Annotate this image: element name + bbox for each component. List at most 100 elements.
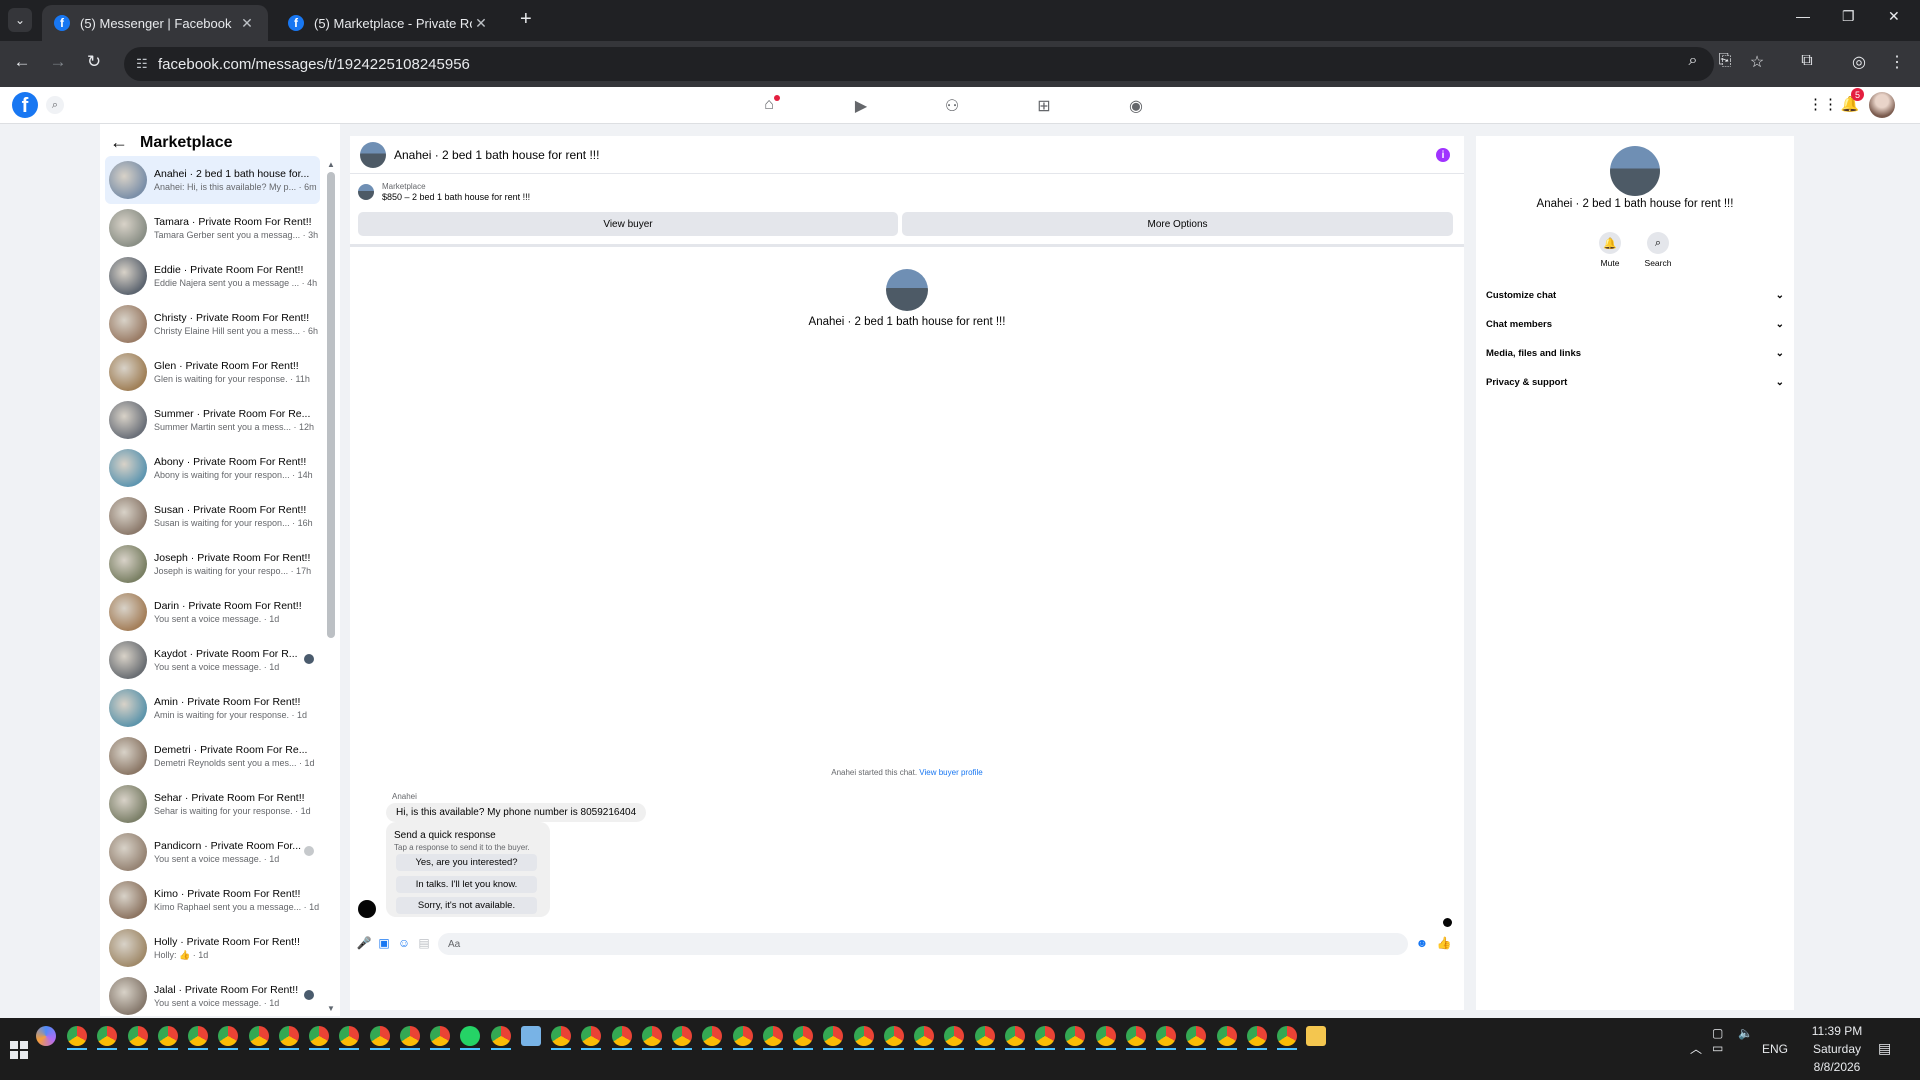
thread-list-item[interactable]: Joseph · Private Room For Rent!! Joseph i…: [105, 540, 320, 588]
restore-button[interactable]: ❐: [1842, 8, 1855, 25]
thread-list-item[interactable]: Holly · Private Room For Rent!! Holly: 👍 …: [105, 924, 320, 972]
thread-list-item[interactable]: Anahei · 2 bed 1 bath house for... Anahei…: [105, 156, 320, 204]
network-icon[interactable]: ▭: [1712, 1041, 1723, 1055]
thread-list-item[interactable]: Sehar · Private Room For Rent!! Sehar is …: [105, 780, 320, 828]
meet-now-icon[interactable]: ▢: [1712, 1026, 1723, 1040]
minimize-button[interactable]: —: [1796, 8, 1810, 24]
chrome-taskbar-icon[interactable]: [218, 1026, 238, 1046]
mute-button[interactable]: 🔔 Mute: [1590, 232, 1630, 268]
chrome-taskbar-icon[interactable]: [1277, 1026, 1297, 1046]
chrome-taskbar-icon[interactable]: [884, 1026, 904, 1046]
gif-icon[interactable]: ▤: [416, 936, 432, 952]
close-tab-icon[interactable]: ✕: [238, 15, 256, 32]
chrome-taskbar-icon[interactable]: [97, 1026, 117, 1046]
groups-icon[interactable]: ◉: [1125, 96, 1147, 116]
scroll-up-arrow[interactable]: ▲: [327, 160, 335, 169]
thread-list-item[interactable]: Abony · Private Room For Rent!! Abony is …: [105, 444, 320, 492]
menu-kebab-icon[interactable]: ⋮: [1886, 52, 1908, 72]
chrome-taskbar-icon[interactable]: [309, 1026, 329, 1046]
thread-list-item[interactable]: Pandicorn · Private Room For... You sent …: [105, 828, 320, 876]
clock-date[interactable]: 8/8/2026: [1806, 1060, 1868, 1074]
install-app-icon[interactable]: ⎘: [1714, 52, 1736, 70]
thread-list-item[interactable]: Summer · Private Room For Re... Summer Ma…: [105, 396, 320, 444]
quick-reply-button[interactable]: In talks. I'll let you know.: [396, 876, 537, 893]
chrome-taskbar-icon[interactable]: [854, 1026, 874, 1046]
reload-button[interactable]: ↻: [82, 52, 106, 72]
volume-icon[interactable]: 🔈: [1738, 1026, 1753, 1040]
chrome-taskbar-icon[interactable]: [793, 1026, 813, 1046]
address-bar[interactable]: ☷ facebook.com/messages/t/19242251082459…: [124, 47, 1714, 81]
chrome-taskbar-icon[interactable]: [339, 1026, 359, 1046]
search-conversation-button[interactable]: ⌕ Search: [1638, 232, 1678, 268]
chrome-taskbar-icon[interactable]: [370, 1026, 390, 1046]
chrome-taskbar-icon[interactable]: [551, 1026, 571, 1046]
chrome-taskbar-icon[interactable]: [1217, 1026, 1237, 1046]
tab-marketplace[interactable]: f (5) Marketplace - Private Room ✕: [276, 5, 502, 41]
clock-time[interactable]: 11:39 PM: [1806, 1024, 1868, 1038]
chrome-taskbar-icon[interactable]: [702, 1026, 722, 1046]
chrome-taskbar-icon[interactable]: [914, 1026, 934, 1046]
media-files-links-section[interactable]: Media, files and links ⌄: [1486, 343, 1788, 363]
chrome-taskbar-icon[interactable]: [944, 1026, 964, 1046]
chrome-taskbar-icon[interactable]: [612, 1026, 632, 1046]
conversation-header[interactable]: Anahei · 2 bed 1 bath house for rent !!!…: [350, 136, 1464, 174]
chrome-taskbar-icon[interactable]: [279, 1026, 299, 1046]
bookmark-star-icon[interactable]: ☆: [1746, 52, 1768, 72]
language-indicator[interactable]: ENG: [1762, 1042, 1788, 1056]
windows-start-button[interactable]: [10, 1041, 28, 1059]
view-buyer-button[interactable]: View buyer: [358, 212, 898, 236]
thread-list-item[interactable]: Kaydot · Private Room For R... You sent a…: [105, 636, 320, 684]
menu-grid-icon[interactable]: ⋮⋮: [1808, 95, 1838, 115]
chrome-taskbar-icon[interactable]: [1186, 1026, 1206, 1046]
zoom-icon[interactable]: ⌕: [1682, 52, 1704, 70]
back-button[interactable]: ←: [10, 52, 34, 72]
chrome-taskbar-icon[interactable]: [975, 1026, 995, 1046]
show-hidden-icons-icon[interactable]: ︿: [1690, 1040, 1702, 1057]
tab-messenger[interactable]: f (5) Messenger | Facebook ✕: [42, 5, 268, 41]
file-explorer-taskbar-icon[interactable]: [1306, 1026, 1326, 1046]
chrome-taskbar-icon[interactable]: [491, 1026, 511, 1046]
privacy-support-section[interactable]: Privacy & support ⌄: [1486, 372, 1788, 392]
chrome-taskbar-icon[interactable]: [763, 1026, 783, 1046]
view-buyer-profile-link[interactable]: View buyer profile: [919, 768, 982, 777]
chrome-taskbar-icon[interactable]: [430, 1026, 450, 1046]
new-tab-button[interactable]: +: [520, 8, 532, 31]
photo-icon[interactable]: ▣: [376, 936, 392, 952]
chrome-taskbar-icon[interactable]: [1065, 1026, 1085, 1046]
thread-list-item[interactable]: Glen · Private Room For Rent!! Glen is wa…: [105, 348, 320, 396]
copilot-taskbar-icon[interactable]: [36, 1026, 56, 1046]
back-arrow-icon[interactable]: ←: [110, 132, 128, 153]
chrome-taskbar-icon[interactable]: [158, 1026, 178, 1046]
extensions-icon[interactable]: ⧉: [1796, 52, 1818, 70]
chrome-taskbar-icon[interactable]: [67, 1026, 87, 1046]
quick-reply-button[interactable]: Sorry, it's not available.: [396, 897, 537, 914]
thread-list-scrollbar[interactable]: [327, 172, 335, 638]
thread-list-item[interactable]: Demetri · Private Room For Re... Demetri …: [105, 732, 320, 780]
action-center-icon[interactable]: ▤: [1878, 1040, 1891, 1057]
account-avatar[interactable]: [1869, 92, 1895, 118]
thread-list-item[interactable]: Kimo · Private Room For Rent!! Kimo Rapha…: [105, 876, 320, 924]
microphone-icon[interactable]: 🎤: [356, 936, 372, 952]
chrome-taskbar-icon[interactable]: [1005, 1026, 1025, 1046]
friends-icon[interactable]: ⚇: [941, 96, 963, 116]
thread-list-item[interactable]: Christy · Private Room For Rent!! Christy…: [105, 300, 320, 348]
forward-button[interactable]: →: [46, 52, 70, 72]
chrome-taskbar-icon[interactable]: [1156, 1026, 1176, 1046]
quick-reply-button[interactable]: Yes, are you interested?: [396, 854, 537, 871]
info-icon[interactable]: i: [1436, 148, 1450, 162]
listing-summary[interactable]: Marketplace $850 – 2 bed 1 bath house fo…: [358, 182, 530, 202]
close-tab-icon[interactable]: ✕: [472, 15, 490, 32]
thread-list-item[interactable]: Eddie · Private Room For Rent!! Eddie Naj…: [105, 252, 320, 300]
chrome-taskbar-icon[interactable]: [642, 1026, 662, 1046]
search-icon[interactable]: ⌕: [46, 96, 64, 114]
profile-icon[interactable]: ◎: [1848, 52, 1870, 72]
chrome-taskbar-icon[interactable]: [128, 1026, 148, 1046]
tab-search-button[interactable]: ⌄: [8, 8, 32, 32]
thread-list-item[interactable]: Darin · Private Room For Rent!! You sent …: [105, 588, 320, 636]
thumbs-up-icon[interactable]: 👍: [1436, 936, 1452, 952]
customize-chat-section[interactable]: Customize chat ⌄: [1486, 285, 1788, 305]
chrome-taskbar-icon[interactable]: [733, 1026, 753, 1046]
whatsapp-taskbar-icon[interactable]: [460, 1026, 480, 1046]
chrome-taskbar-icon[interactable]: [823, 1026, 843, 1046]
thread-list-item[interactable]: Tamara · Private Room For Rent!! Tamara G…: [105, 204, 320, 252]
